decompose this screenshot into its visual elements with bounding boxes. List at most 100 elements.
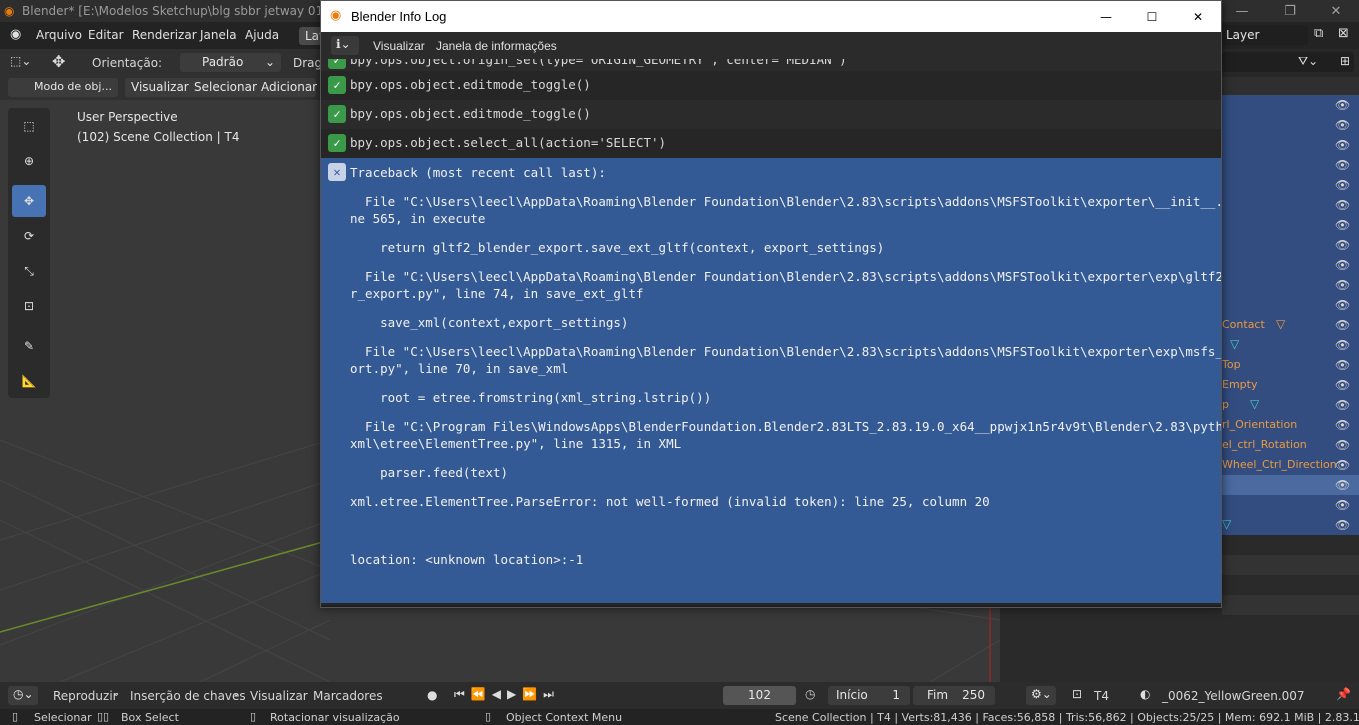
outliner-row[interactable]: ▽ 👁 (1222, 515, 1359, 535)
menu-visualizar[interactable]: Visualizar (131, 80, 189, 94)
outliner-row[interactable]: 👁 (1222, 295, 1359, 315)
outliner-row[interactable]: el_ctrl_Rotation 👁 (1222, 435, 1359, 455)
eye-icon[interactable]: 👁 (1335, 358, 1350, 372)
eye-icon[interactable]: 👁 (1335, 238, 1350, 252)
menu-insercao-chaves[interactable]: Inserção de chaves (130, 689, 246, 703)
error-line: Traceback (most recent call last): (350, 165, 606, 180)
eye-icon[interactable]: 👁 (1335, 258, 1350, 272)
outliner-row[interactable]: 👁 (1222, 135, 1359, 155)
check-icon: ✓ (328, 105, 346, 123)
menu-arquivo[interactable]: Arquivo (36, 28, 82, 42)
rotate-tool-icon[interactable]: ⟳ (12, 220, 46, 252)
log-entry[interactable]: ✓ bpy.ops.object.select_all(action='SELE… (321, 129, 1221, 158)
eye-icon[interactable]: 👁 (1335, 98, 1350, 112)
restore-icon[interactable]: ❐ (1270, 2, 1310, 20)
menu-renderizar[interactable]: Renderizar (132, 28, 197, 42)
outliner-row[interactable]: 👁 (1222, 255, 1359, 275)
maximize-icon[interactable]: ☐ (1129, 1, 1175, 32)
menu-visualizar-timeline[interactable]: Visualizar (250, 689, 308, 703)
scale-tool-icon[interactable]: ⤡ (12, 255, 46, 287)
eye-icon[interactable]: 👁 (1335, 318, 1350, 332)
menu-selecionar[interactable]: Selecionar (194, 80, 257, 94)
eye-icon[interactable]: 👁 (1335, 278, 1350, 292)
start-frame-field[interactable]: Início 1 (828, 686, 910, 705)
outliner-row[interactable]: rl_Orientation 👁 (1222, 415, 1359, 435)
remove-layer-icon[interactable]: ⊠ (1338, 26, 1349, 41)
eye-icon[interactable]: 👁 (1335, 518, 1350, 532)
clock-icon[interactable]: ◷ (805, 687, 815, 701)
move-gizmo-icon[interactable]: ✥ (52, 52, 65, 71)
editor-type-icon[interactable]: ℹ⌄ (331, 36, 359, 55)
menu-editar[interactable]: Editar (88, 28, 124, 42)
outliner-row[interactable]: Top 👁 (1222, 355, 1359, 375)
menu-adicionar[interactable]: Adicionar (261, 80, 317, 94)
eye-icon[interactable]: 👁 (1335, 298, 1350, 312)
outliner-row[interactable]: Wheel_Ctrl_Direction 👁 (1222, 455, 1359, 475)
eye-icon[interactable]: 👁 (1335, 218, 1350, 232)
outliner-search[interactable] (1222, 52, 1354, 72)
transform-tool-icon[interactable]: ⊡ (12, 290, 46, 322)
eye-icon[interactable]: 👁 (1335, 478, 1350, 492)
outliner-row[interactable]: 👁 (1222, 155, 1359, 175)
outliner-row[interactable]: 👁 (1222, 495, 1359, 515)
error-log-entry[interactable]: ✕ Traceback (most recent call last): Fil… (321, 158, 1221, 603)
menu-marcadores[interactable]: Marcadores (313, 689, 383, 703)
blender-menu-icon[interactable]: ◉ (10, 27, 21, 42)
eye-icon[interactable]: 👁 (1335, 378, 1350, 392)
menu-janela[interactable]: Janela (200, 28, 237, 42)
menu-reproduzir[interactable]: Reproduzir (53, 689, 118, 703)
orientation-dropdown[interactable]: Padrão ⌄ (180, 53, 281, 72)
outliner-row[interactable]: 👁 (1222, 215, 1359, 235)
eye-icon[interactable]: 👁 (1335, 138, 1350, 152)
record-icon[interactable]: ● (427, 688, 437, 702)
mode-dropdown[interactable]: Modo de obj... (8, 78, 118, 97)
outliner-row[interactable]: p ▽ 👁 (1222, 395, 1359, 415)
minimize-icon[interactable]: — (1083, 1, 1129, 32)
measure-tool-icon[interactable]: 📐 (12, 365, 46, 397)
outliner-row[interactable]: ▽ 👁 (1222, 335, 1359, 355)
log-entry[interactable]: ✓ bpy.ops.object.editmode_toggle() (321, 100, 1221, 129)
eye-icon[interactable]: 👁 (1335, 498, 1350, 512)
info-menu-janela[interactable]: Janela de informações (436, 39, 557, 53)
minimize-icon[interactable]: — (1222, 2, 1262, 20)
current-frame-field[interactable]: 102 (723, 686, 796, 705)
info-log-list[interactable]: ✓ bpy.ops.object.origin_set(type='ORIGIN… (321, 59, 1221, 605)
copy-icon[interactable]: ⧉ (1314, 26, 1323, 41)
outliner-row[interactable]: Empty 👁 (1222, 375, 1359, 395)
eye-icon[interactable]: 👁 (1335, 178, 1350, 192)
outliner-row[interactable]: 👁 (1222, 235, 1359, 255)
eye-icon[interactable]: 👁 (1335, 438, 1350, 452)
eye-icon[interactable]: 👁 (1335, 418, 1350, 432)
outliner-row[interactable]: 👁 (1222, 95, 1359, 115)
outliner-row[interactable]: Contact ▽ 👁 (1222, 315, 1359, 335)
editor-type-icon[interactable]: ◷⌄ (8, 686, 38, 705)
eye-icon[interactable]: 👁 (1335, 458, 1350, 472)
transform-pivot-icon[interactable]: ⬚⌄ (10, 54, 31, 68)
cursor-tool-icon[interactable]: ⊕ (12, 145, 46, 177)
eye-icon[interactable]: 👁 (1335, 198, 1350, 212)
view-layer-field[interactable]: Layer (1218, 25, 1308, 45)
select-box-tool-icon[interactable]: ⬚ (12, 110, 46, 142)
eye-icon[interactable]: 👁 (1335, 338, 1350, 352)
outliner-row[interactable]: 👁 (1222, 275, 1359, 295)
eye-icon[interactable]: 👁 (1335, 398, 1350, 412)
end-frame-field[interactable]: Fim 250 (913, 686, 995, 705)
playback-controls-icon[interactable]: ⏮⏪◀▶⏩⏭ (454, 687, 560, 702)
eye-icon[interactable]: 👁 (1335, 118, 1350, 132)
close-icon[interactable]: ✕ (1316, 2, 1356, 20)
log-entry[interactable]: ✓ bpy.ops.object.editmode_toggle() (321, 71, 1221, 100)
outliner-row[interactable]: 👁 (1222, 175, 1359, 195)
new-collection-icon[interactable]: ⊞ (1340, 54, 1350, 68)
menu-ajuda[interactable]: Ajuda (245, 28, 279, 42)
outliner-row-active[interactable]: 👁 (1222, 475, 1359, 495)
outliner-row[interactable]: 👁 (1222, 115, 1359, 135)
properties-editor-icon[interactable]: ⚙⌄ (1026, 686, 1056, 705)
filter-icon[interactable]: ⛛⌄ (1298, 54, 1318, 69)
outliner-row[interactable]: 👁 (1222, 195, 1359, 215)
move-tool-icon[interactable]: ✥ (12, 185, 46, 217)
annotate-tool-icon[interactable]: ✎ (12, 330, 46, 362)
close-icon[interactable]: ✕ (1175, 1, 1221, 32)
info-menu-visualizar[interactable]: Visualizar (373, 39, 425, 53)
pin-icon[interactable]: 📌 (1336, 687, 1351, 701)
eye-icon[interactable]: 👁 (1335, 158, 1350, 172)
